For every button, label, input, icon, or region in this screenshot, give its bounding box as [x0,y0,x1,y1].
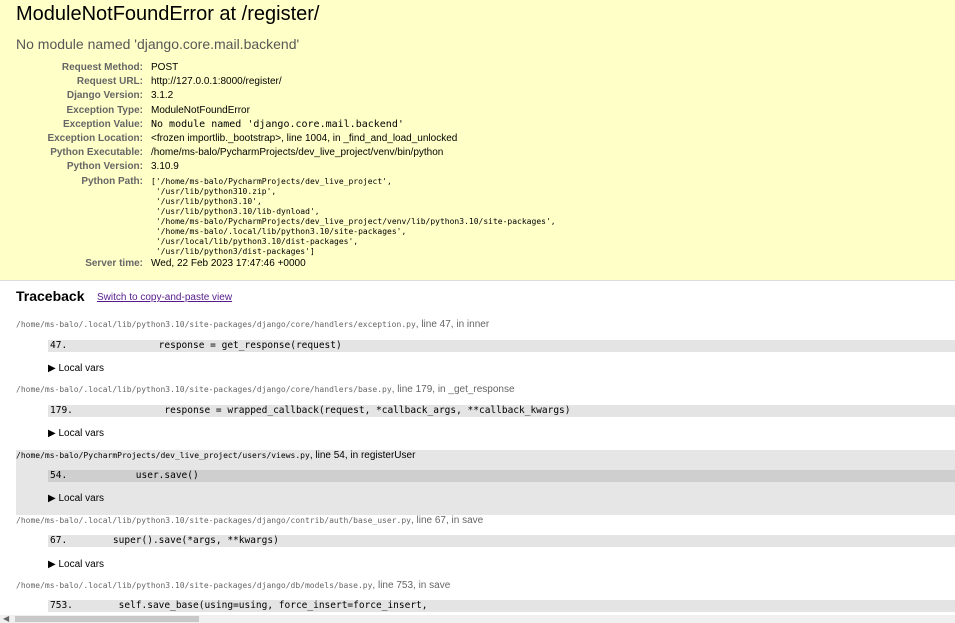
meta-row: Request Method: POST [0,61,556,75]
frame-location: , line 47, in inner [415,319,490,330]
context-line[interactable]: 67. super().save(*args, **kwargs) [48,535,955,547]
traceback-title: Traceback [16,288,85,304]
frame-header: /home/ms-balo/.local/lib/python3.10/site… [16,384,515,395]
code-text: super().save(*args, **kwargs) [67,535,279,546]
frame-file-path: /home/ms-balo/PycharmProjects/dev_live_p… [16,451,310,460]
frame-file-path: /home/ms-balo/.local/lib/python3.10/site… [16,320,416,329]
meta-row: Python Executable: /home/ms-balo/PycharmP… [0,146,556,160]
frame-location: , line 54, in registerUser [309,450,416,461]
meta-label: Request Method: [61,62,143,73]
meta-row: Server time: Wed, 22 Feb 2023 17:47:46 +0… [0,257,556,271]
meta-row: Request URL: http://127.0.0.1:8000/regist… [0,75,556,89]
meta-row: Python Version: 3.10.9 [0,160,556,174]
meta-value: POST [151,62,179,73]
python-path-list: ['/home/ms-balo/PycharmProjects/dev_live… [151,176,556,256]
meta-value: <frozen importlib._bootstrap>, line 1004… [151,133,458,145]
code-text: response = get_response(request) [67,340,342,351]
meta-label: Exception Value: [62,118,143,130]
frame-header: /home/ms-balo/.local/lib/python3.10/site… [16,515,483,526]
context-line[interactable]: 54. user.save() [48,470,955,482]
context-line[interactable]: 753. self.save_base(using=using, force_i… [48,600,955,612]
meta-row: Python Path: ['/home/ms-balo/PycharmProje… [0,175,556,257]
horizontal-scrollbar[interactable]: ◀ [0,615,955,623]
line-number: 47. [50,340,68,351]
meta-label: Python Executable: [50,147,143,159]
meta-label: Python Path: [81,175,143,187]
frame-file-path: /home/ms-balo/.local/lib/python3.10/site… [16,385,392,394]
code-text: self.save_base(using=using, force_insert… [72,600,428,611]
meta-label: Exception Type: [66,104,144,116]
meta-value: Wed, 22 Feb 2023 17:47:46 +0000 [151,257,306,269]
local-vars-toggle[interactable]: ▶ Local vars [48,493,104,504]
meta-value: No module named 'django.core.mail.backen… [151,118,404,130]
frame-header: /home/ms-balo/.local/lib/python3.10/site… [16,319,489,330]
frame-header: /home/ms-balo/.local/lib/python3.10/site… [16,580,450,591]
line-number: 753. [50,600,73,611]
frame-file-path: /home/ms-balo/.local/lib/python3.10/site… [16,516,411,525]
local-vars-toggle[interactable]: ▶ Local vars [48,363,104,374]
request-meta-table: Request Method: POST Request URL: http://1… [0,61,556,271]
meta-value: 3.1.2 [151,90,174,102]
scrollbar-thumb[interactable] [15,616,199,622]
meta-value: /home/ms-balo/PycharmProjects/dev_live_p… [151,147,444,159]
local-vars-toggle[interactable]: ▶ Local vars [48,559,104,570]
meta-value: http://127.0.0.1:8000/register/ [151,76,282,88]
context-line[interactable]: 179. response = wrapped_callback(request… [48,405,955,417]
line-number: 54. [50,470,68,481]
meta-label: Python Version: [66,161,143,173]
code-text: response = wrapped_callback(request, *ca… [72,405,571,416]
scroll-left-icon[interactable]: ◀ [3,615,9,623]
line-number: 179. [50,405,73,416]
code-text: user.save() [67,470,199,481]
local-vars-toggle[interactable]: ▶ Local vars [48,428,104,439]
error-summary: ModuleNotFoundError at /register/ No mod… [0,0,955,281]
frame-header: /home/ms-balo/PycharmProjects/dev_live_p… [16,450,415,461]
python-path-value: ['/home/ms-balo/PycharmProjects/dev_live… [151,175,556,257]
frame-location: , line 753, in save [372,580,451,591]
frame-location: , line 67, in save [410,515,484,526]
frame-location: , line 179, in _get_response [391,384,515,395]
meta-row: Django Version: 3.1.2 [0,89,556,103]
exception-message: No module named 'django.core.mail.backen… [16,36,300,52]
line-number: 67. [50,535,68,546]
meta-value: ModuleNotFoundError [151,104,250,116]
frame-file-path: /home/ms-balo/.local/lib/python3.10/site… [16,581,373,590]
page-title: ModuleNotFoundError at /register/ [16,3,320,25]
meta-label: Server time: [85,257,143,269]
meta-label: Request URL: [76,76,143,88]
meta-value: 3.10.9 [151,161,179,173]
meta-label: Django Version: [66,90,143,102]
meta-label: Exception Location: [47,133,143,145]
copy-paste-view-link[interactable]: Switch to copy-and-paste view [97,292,232,303]
context-line[interactable]: 47. response = get_response(request) [48,340,955,352]
meta-row: Exception Type: ModuleNotFoundError [0,104,556,118]
meta-row: Exception Location: <frozen importlib._bo… [0,132,556,146]
meta-row: Exception Value: No module named 'django.… [0,118,556,132]
